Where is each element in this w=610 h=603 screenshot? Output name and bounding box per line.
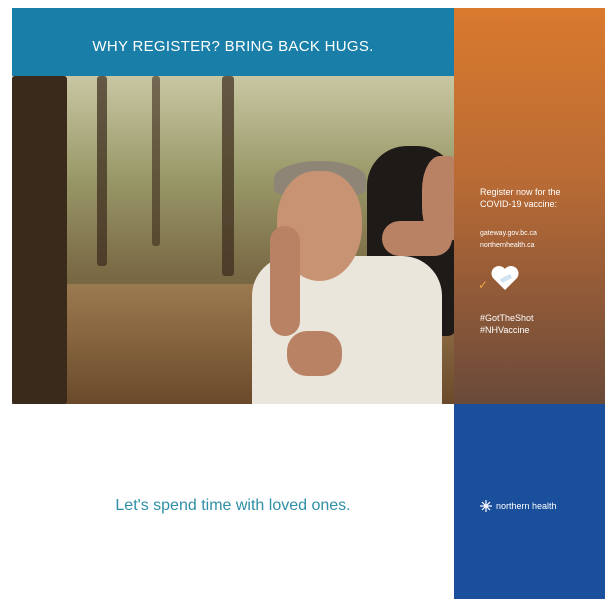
hugging-arm: [382, 221, 452, 256]
heart-icon: [491, 266, 519, 290]
tagline: Let's spend time with loved ones.: [115, 497, 351, 514]
hashtag-nh-vaccine: #NHVaccine: [480, 325, 530, 335]
logo-text: northern health: [496, 501, 557, 511]
top-banner: WHY REGISTER? BRING BACK HUGS.: [12, 8, 454, 76]
tree-trunk: [12, 76, 67, 404]
register-url-1: gateway.gov.bc.ca: [480, 230, 537, 237]
hugging-arm: [270, 226, 300, 336]
tree-trunk: [222, 76, 234, 276]
register-url-2: northernhealth.ca: [480, 242, 535, 249]
snowflake-icon: [480, 500, 492, 512]
check-icon: ✓: [478, 278, 489, 292]
tree-trunk: [97, 76, 107, 266]
northern-health-logo: northern health: [480, 500, 557, 512]
tagline-panel: Let's spend time with loved ones.: [12, 404, 454, 599]
hugging-hands: [287, 331, 342, 376]
hug-photo: [12, 76, 454, 404]
headline: WHY REGISTER? BRING BACK HUGS.: [92, 38, 374, 55]
register-cta: Register now for the COVID-19 vaccine:: [480, 187, 561, 209]
tree-trunk: [152, 76, 160, 246]
hashtag-got-the-shot: #GotTheShot: [480, 313, 534, 323]
